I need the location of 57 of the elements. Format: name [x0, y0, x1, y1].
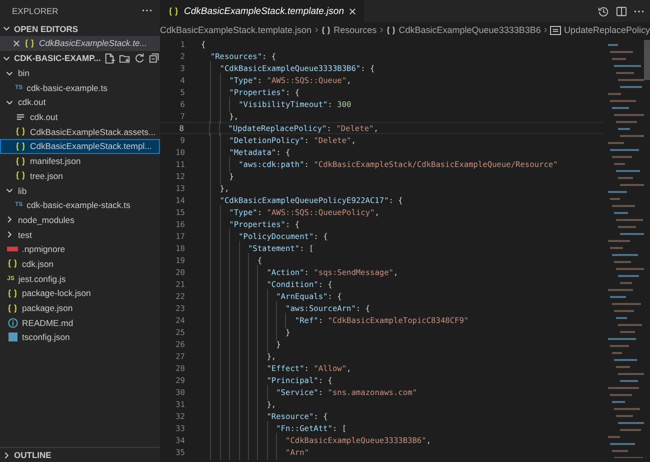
file-item[interactable]: package-lock.json [0, 286, 160, 301]
braces-icon [386, 26, 396, 34]
braces-icon [7, 259, 18, 268]
file-item[interactable]: manifest.json [0, 154, 160, 168]
more-icon[interactable] [142, 9, 152, 12]
folder-item[interactable]: bin [0, 66, 160, 80]
sidebar-title: EXPLORER [12, 6, 58, 16]
braces-icon [168, 6, 179, 16]
close-icon[interactable] [13, 40, 20, 47]
more-icon[interactable] [634, 10, 644, 12]
text-lines-icon [15, 112, 26, 122]
folder-item[interactable]: cdk.out [0, 95, 160, 110]
npm-file-icon [7, 246, 18, 252]
file-item[interactable]: cdk.json [0, 256, 160, 272]
config-file-icon [7, 332, 18, 342]
file-item[interactable]: CdkBasicExampleStack.templ... [0, 139, 160, 154]
editor-tab[interactable]: CdkBasicExampleStack.template.json [160, 0, 364, 22]
file-item[interactable]: CdkBasicExampleStack.assets... [0, 124, 160, 140]
section-header[interactable]: OPEN EDITORS [0, 21, 160, 36]
file-item[interactable]: README.md [0, 315, 160, 330]
chevron-right-icon [380, 26, 383, 34]
file-item[interactable]: cdk.out [0, 110, 160, 124]
breadcrumb-item[interactable]: Resources [334, 25, 377, 35]
breadcrumb-item[interactable]: UpdateReplacePolicy [564, 25, 650, 35]
open-editor-item[interactable]: CdkBasicExampleStack.te... [0, 36, 160, 51]
close-icon[interactable] [349, 8, 356, 14]
string-icon [550, 26, 561, 34]
braces-icon [15, 171, 26, 180]
info-icon [7, 318, 18, 328]
section-header[interactable]: CDK-BASIC-EXAMP... [0, 50, 160, 66]
chevron-right-icon [314, 26, 318, 34]
braces-icon [320, 26, 331, 34]
braces-icon [15, 156, 26, 166]
chevron-down-icon [5, 186, 14, 196]
file-item[interactable]: tsconfig.json [0, 330, 160, 345]
history-icon[interactable] [598, 6, 609, 16]
split-editor-icon[interactable] [616, 6, 627, 16]
braces-icon [15, 127, 26, 136]
refresh-icon[interactable] [134, 52, 145, 64]
folder-item[interactable]: test [0, 227, 160, 242]
folder-item[interactable]: node_modules [0, 212, 160, 228]
braces-icon [15, 142, 26, 151]
braces-icon [24, 38, 35, 48]
braces-icon [7, 304, 18, 313]
folder-item[interactable]: lib [0, 183, 160, 198]
braces-icon [7, 288, 18, 298]
section-header[interactable]: OUTLINE [0, 447, 160, 462]
breadcrumb-item[interactable]: CdkBasicExampleStack.template.json [160, 25, 312, 35]
file-item[interactable]: .npmignore [0, 242, 160, 257]
collapse-all-icon[interactable] [148, 52, 160, 64]
scrollbar-thumb[interactable] [644, 40, 650, 80]
file-item[interactable]: package.json [0, 300, 160, 316]
new-folder-icon[interactable] [118, 52, 130, 64]
file-item[interactable]: tree.json [0, 168, 160, 184]
new-file-icon[interactable] [104, 52, 115, 64]
chevron-right-icon [544, 26, 547, 34]
breadcrumb-item[interactable]: CdkBasicExampleQueue3333B3B6 [398, 25, 541, 35]
